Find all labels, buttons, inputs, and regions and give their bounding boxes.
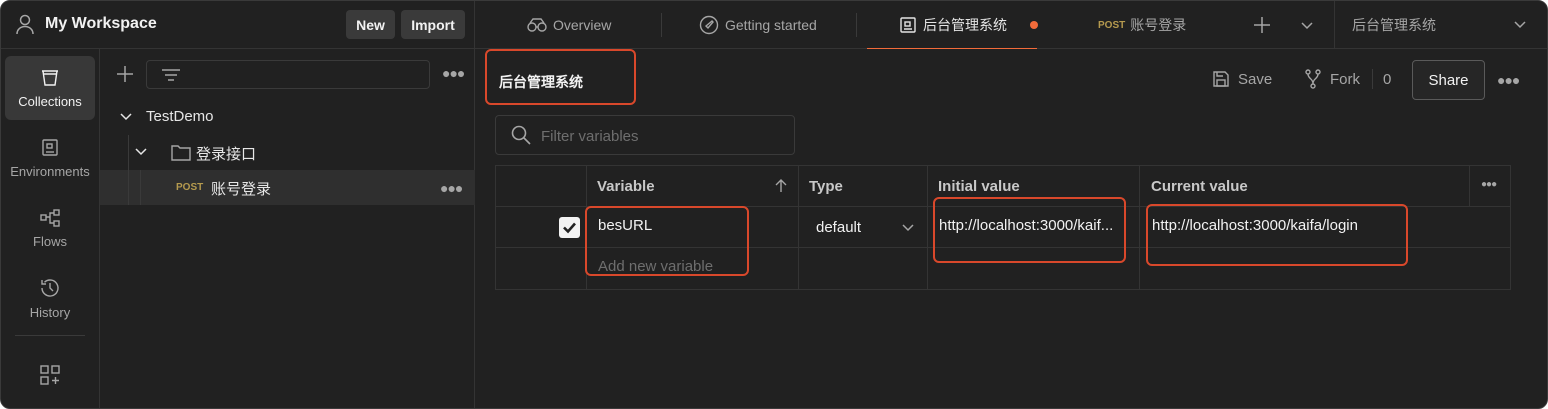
header-initial-value: Initial value: [938, 178, 1020, 195]
folder-name: 登录接口: [196, 146, 257, 163]
checkmark-icon: [563, 222, 576, 234]
request-more-icon[interactable]: ●●●: [440, 180, 463, 196]
import-button[interactable]: Import: [401, 10, 465, 39]
method-badge: POST: [176, 182, 204, 193]
nav-collections[interactable]: Collections: [5, 56, 95, 120]
filter-icon: [162, 69, 180, 81]
sidebar-more-icon[interactable]: ●●●: [442, 65, 465, 81]
sort-arrow-up-icon[interactable]: [775, 179, 787, 193]
postman-window: My Workspace New Import Overview Getting…: [0, 0, 1548, 409]
flows-icon: [40, 208, 60, 227]
user-icon: [16, 14, 34, 35]
tab-label: 后台管理系统: [923, 16, 1007, 33]
share-button[interactable]: Share: [1412, 60, 1485, 100]
tab-label: Overview: [553, 17, 612, 33]
add-collection-button[interactable]: [117, 66, 133, 87]
method-badge: POST: [1098, 19, 1126, 31]
workspace-header: My Workspace New Import: [1, 1, 475, 49]
chevron-down-icon: [902, 224, 914, 232]
tabs-dropdown[interactable]: [1300, 1, 1320, 49]
chevron-down-icon: [135, 148, 147, 156]
fork-button[interactable]: Fork 0: [1304, 67, 1391, 91]
variable-type-select[interactable]: default: [799, 207, 927, 247]
header-type: Type: [809, 178, 843, 195]
sidebar-search-input[interactable]: [146, 60, 430, 89]
configure-sidebar-button[interactable]: [39, 364, 61, 391]
folder-icon: [171, 145, 191, 161]
search-icon: [511, 125, 531, 145]
highlight-box: [485, 49, 636, 105]
new-button[interactable]: New: [346, 10, 395, 39]
save-icon: [1213, 71, 1229, 87]
apps-add-icon: [40, 365, 60, 385]
environment-editor: 后台管理系统 Save Fork 0 Share ●●● Filter vari…: [475, 49, 1547, 408]
plus-icon: [1254, 17, 1270, 33]
overview-icon: [527, 18, 547, 32]
getting-started-icon: [699, 15, 719, 35]
tab-getting-started[interactable]: Getting started: [699, 1, 817, 49]
plus-icon: [117, 66, 133, 82]
header-variable[interactable]: Variable: [597, 178, 655, 195]
left-nav: Collections Environments Flows History: [1, 49, 100, 408]
tree-request[interactable]: POST 账号登录 ●●●: [100, 170, 475, 205]
request-name: 账号登录: [211, 181, 272, 198]
environment-selected: 后台管理系统: [1352, 17, 1436, 33]
top-bar: My Workspace New Import Overview Getting…: [1, 1, 1547, 49]
environment-icon: [900, 16, 916, 33]
tree-collection[interactable]: TestDemo: [100, 100, 475, 135]
workspace-title[interactable]: My Workspace: [45, 15, 157, 33]
collections-icon: [42, 69, 58, 86]
unsaved-dot: [1030, 21, 1038, 29]
more-actions-icon[interactable]: ●●●: [1497, 72, 1520, 88]
fork-count: 0: [1383, 70, 1392, 88]
filter-variables-input[interactable]: Filter variables: [495, 115, 795, 155]
nav-environments[interactable]: Environments: [5, 126, 95, 190]
tree-folder[interactable]: 登录接口: [100, 135, 475, 170]
environment-selector[interactable]: 后台管理系统: [1334, 1, 1547, 49]
tab-overview[interactable]: Overview: [527, 1, 611, 49]
nav-history[interactable]: History: [5, 266, 95, 330]
highlight-box: [933, 197, 1126, 263]
tab-collection[interactable]: 后台管理系统: [867, 1, 1038, 49]
highlight-box: [585, 206, 749, 276]
chevron-down-icon: [120, 113, 132, 121]
tab-request[interactable]: POST 账号登录: [1098, 1, 1186, 49]
chevron-down-icon: [1301, 22, 1313, 30]
header-current-value: Current value: [1151, 178, 1248, 195]
collection-name: TestDemo: [146, 108, 214, 125]
chevron-down-icon: [1514, 21, 1526, 29]
collections-sidebar: ●●● TestDemo 登录接口 POST 账号登录 ●●●: [100, 49, 475, 408]
table-more-icon[interactable]: ●●●: [1481, 179, 1497, 190]
history-icon: [41, 278, 59, 297]
tab-label: 账号登录: [1130, 17, 1187, 33]
tab-label: Getting started: [725, 17, 817, 33]
fork-icon: [1305, 69, 1321, 89]
save-button[interactable]: Save: [1212, 67, 1272, 91]
highlight-box: [1146, 204, 1408, 266]
environments-icon: [42, 138, 58, 156]
new-tab-button[interactable]: [1253, 1, 1277, 49]
nav-flows[interactable]: Flows: [5, 196, 95, 260]
variable-enabled-checkbox[interactable]: [559, 217, 580, 238]
